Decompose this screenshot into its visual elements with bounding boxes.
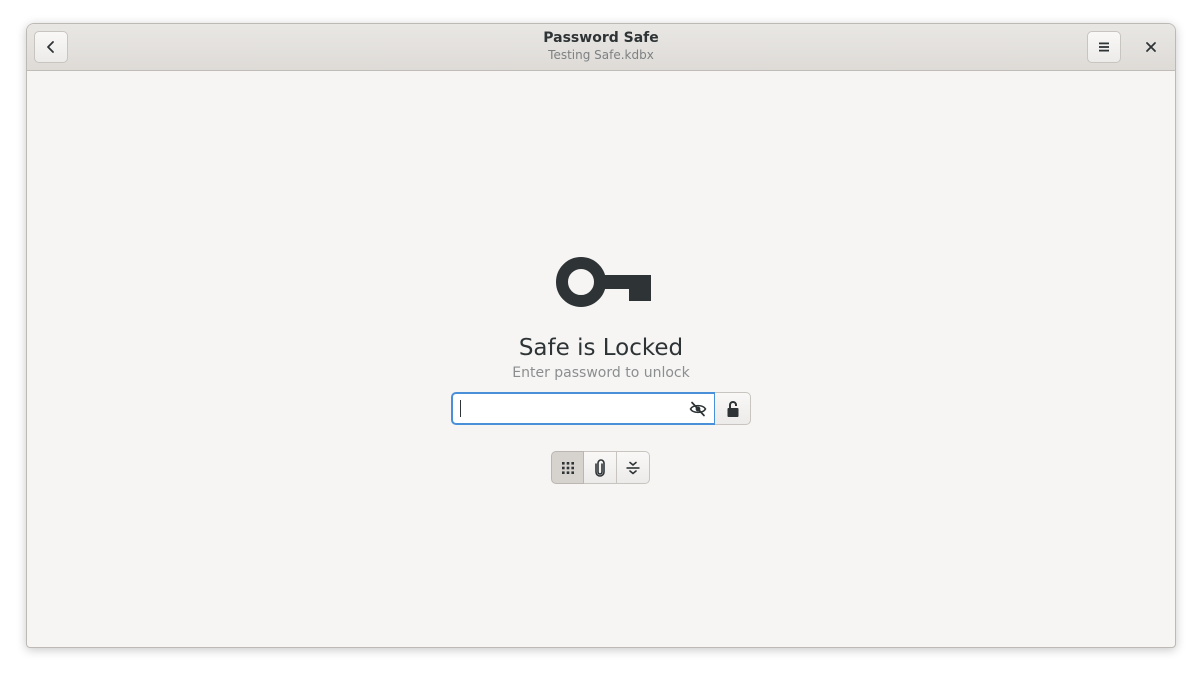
paperclip-icon (595, 458, 605, 477)
password-field[interactable] (451, 392, 716, 425)
composite-icon (626, 461, 640, 474)
password-input[interactable] (459, 398, 683, 421)
window-subtitle: Testing Safe.kdbx (548, 48, 654, 62)
unlocked-padlock-icon (727, 400, 738, 417)
hamburger-menu-icon (1099, 42, 1109, 52)
text-cursor (460, 400, 461, 417)
main-menu-button[interactable] (1087, 31, 1121, 63)
close-icon (1146, 42, 1156, 52)
keypad-icon (561, 461, 574, 474)
unlock-button[interactable] (715, 392, 751, 425)
key-icon (556, 257, 651, 307)
unlock-method-switcher (551, 451, 650, 484)
window-title-block: Password Safe Testing Safe.kdbx (27, 29, 1175, 63)
password-mode-button[interactable] (551, 451, 584, 484)
close-button[interactable] (1135, 31, 1167, 63)
password-safe-window: Password Safe Testing Safe.kdbx Safe is … (26, 23, 1176, 648)
composite-mode-button[interactable] (617, 451, 650, 484)
keyfile-mode-button[interactable] (584, 451, 617, 484)
window-title: Password Safe (543, 30, 659, 46)
eye-hidden-icon (689, 401, 707, 417)
locked-title: Safe is Locked (518, 335, 684, 361)
reveal-password-button[interactable] (686, 398, 710, 420)
locked-subtitle: Enter password to unlock (512, 365, 690, 381)
header-bar: Password Safe Testing Safe.kdbx (27, 24, 1175, 71)
